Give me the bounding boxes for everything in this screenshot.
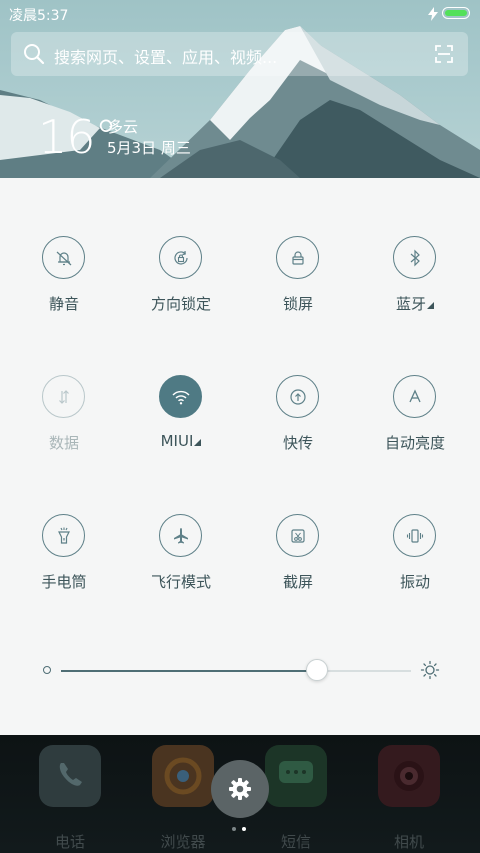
mobile-data-icon xyxy=(42,375,85,418)
toggle-label: 自动亮度 xyxy=(384,434,445,452)
toggle-lock-screen[interactable]: 锁屏 xyxy=(243,236,353,336)
toggle-auto-brightness[interactable]: 自动亮度 xyxy=(360,375,470,475)
search-bar[interactable]: 搜索网页、设置、应用、视频... xyxy=(11,32,468,76)
toggle-label: 方向锁定 xyxy=(150,295,211,313)
toggle-label-row: MIUI xyxy=(126,432,236,450)
screenshot-icon xyxy=(276,514,319,557)
brightness-fill xyxy=(61,670,317,672)
toggle-label: 手电筒 xyxy=(41,573,87,591)
flashlight-icon xyxy=(42,514,85,557)
dock-app-label: 相机 xyxy=(393,833,424,851)
toggle-mobile-data[interactable]: 数据 xyxy=(9,375,119,475)
page-dot-active xyxy=(242,827,246,831)
page-indicator xyxy=(232,827,252,833)
wallpaper-header: 凌晨5:37 搜索网页、设置、应用、视频... 16° 多云 5月3日 周三 xyxy=(0,0,480,178)
toggle-rotation-lock[interactable]: 方向锁定 xyxy=(126,236,236,336)
browser-icon xyxy=(152,745,214,807)
camera-icon xyxy=(378,745,440,807)
toggle-label: 截屏 xyxy=(282,573,313,591)
toggle-label: 静音 xyxy=(48,295,79,313)
toggle-label: 锁屏 xyxy=(282,295,313,313)
settings-button[interactable] xyxy=(211,760,269,818)
status-bar: 凌晨5:37 xyxy=(0,0,480,28)
charging-icon xyxy=(428,7,438,21)
mute-bell-icon xyxy=(42,236,85,279)
brightness-slider[interactable] xyxy=(0,656,480,686)
toggle-label: 数据 xyxy=(48,434,79,452)
quick-transfer-icon xyxy=(276,375,319,418)
scan-icon[interactable] xyxy=(434,44,454,64)
toggle-label: 振动 xyxy=(399,573,430,591)
toggle-airplane-mode[interactable]: 飞行模式 xyxy=(126,514,236,614)
brightness-thumb[interactable] xyxy=(305,659,328,681)
search-icon xyxy=(24,44,45,65)
sun-icon xyxy=(420,660,440,680)
messages-icon xyxy=(265,745,327,807)
weather-date: 5月3日 周三 xyxy=(107,139,191,157)
toggle-screenshot[interactable]: 截屏 xyxy=(243,514,353,614)
toggle-label: 蓝牙 xyxy=(395,295,426,313)
search-placeholder: 搜索网页、设置、应用、视频... xyxy=(54,48,278,67)
phone-icon xyxy=(39,745,101,807)
brightness-min-icon xyxy=(43,666,51,674)
brightness-track[interactable] xyxy=(61,670,411,672)
toggle-wifi[interactable]: MIUI xyxy=(126,375,236,475)
toggle-label: MIUI xyxy=(160,432,194,450)
dock-app-label: 电话 xyxy=(54,833,85,851)
vibrate-icon xyxy=(393,514,436,557)
battery-fill xyxy=(445,10,467,16)
weather-temperature[interactable]: 16° xyxy=(38,110,118,164)
toggle-label: 飞行模式 xyxy=(150,573,211,591)
quick-settings-panel: 静音 方向锁定 锁屏 蓝牙 数据 MIUI 快传 自动亮度 手电筒 飞行模式 截… xyxy=(0,178,480,735)
battery-icon xyxy=(442,7,470,19)
airplane-icon xyxy=(159,514,202,557)
toggle-vibrate[interactable]: 振动 xyxy=(360,514,470,614)
lock-icon xyxy=(276,236,319,279)
dock-app-label: 浏览器 xyxy=(160,833,206,851)
expand-triangle-icon xyxy=(427,302,434,309)
toggle-label-row: 蓝牙 xyxy=(360,293,470,314)
wifi-icon xyxy=(159,375,202,418)
gear-icon xyxy=(229,778,251,800)
status-time: 凌晨5:37 xyxy=(9,8,69,24)
rotation-lock-icon xyxy=(159,236,202,279)
weather-condition: 多云 xyxy=(108,118,139,136)
auto-brightness-icon xyxy=(393,375,436,418)
toggle-quick-transfer[interactable]: 快传 xyxy=(243,375,353,475)
toggle-flashlight[interactable]: 手电筒 xyxy=(9,514,119,614)
toggle-bluetooth[interactable]: 蓝牙 xyxy=(360,236,470,336)
dock-app-label: 短信 xyxy=(280,833,311,851)
page-dot xyxy=(232,827,236,831)
toggle-mute[interactable]: 静音 xyxy=(9,236,119,336)
toggle-label: 快传 xyxy=(282,434,313,452)
expand-triangle-icon xyxy=(194,439,202,446)
bluetooth-icon xyxy=(393,236,436,279)
